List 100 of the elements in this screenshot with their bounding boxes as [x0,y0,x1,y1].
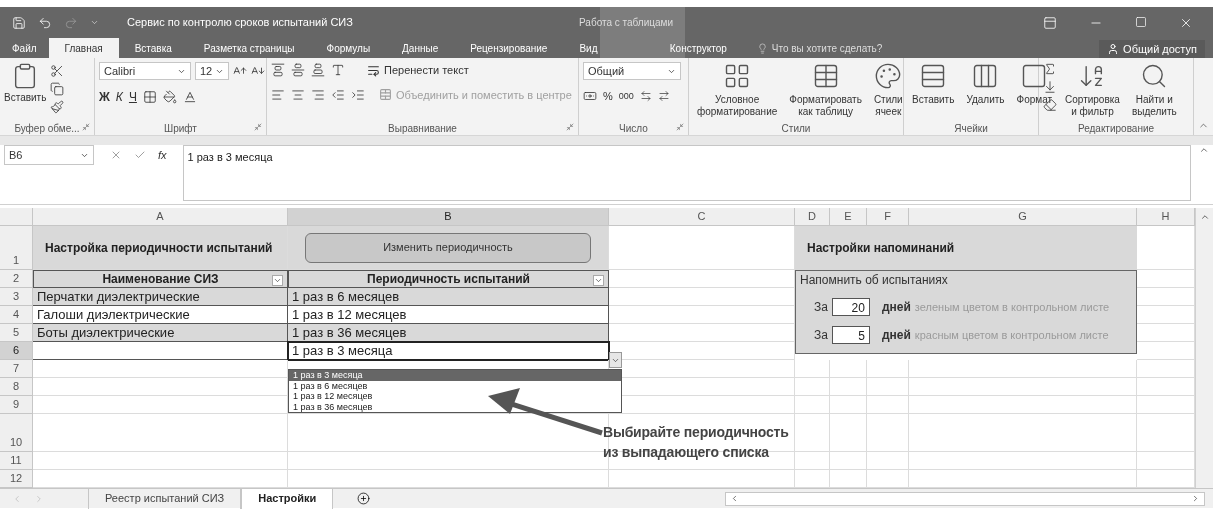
dropdown-option[interactable]: 1 раз в 3 месяца [289,370,621,381]
decrease-indent-icon[interactable] [331,87,345,102]
row-header[interactable]: 1 [0,226,33,270]
maximize-icon[interactable] [1135,15,1147,28]
share-button[interactable]: Общий доступ [1099,40,1205,58]
sheet-tab[interactable]: Настройки [241,488,334,509]
table-cell: 1 раз в 3 месяца [288,342,609,360]
column-header[interactable]: G [909,208,1137,226]
dialog-launcher-icon[interactable] [254,123,262,131]
row-header[interactable]: 8 [0,378,33,396]
scroll-up-icon[interactable] [1199,212,1210,222]
number-format-field[interactable]: Общий [583,62,681,80]
percent-button[interactable]: % [603,88,613,105]
undo-icon[interactable] [38,15,52,30]
fill-color-icon[interactable] [162,90,177,104]
editing-button[interactable]: Найти и выделить [1127,62,1181,118]
column-header[interactable]: B [288,208,609,226]
row-header[interactable]: 5 [0,324,33,342]
styles-button[interactable]: Стили ячеек [869,62,907,118]
row-header[interactable]: 6 [0,342,33,360]
ribbon-tab[interactable]: Данные [386,38,455,58]
row-header[interactable]: 4 [0,306,33,324]
column-header[interactable]: C [609,208,795,226]
font-color-icon[interactable] [182,90,197,104]
align-middle-icon[interactable] [291,63,305,78]
thousands-button[interactable]: 000 [618,89,634,103]
dropdown-option[interactable]: 1 раз в 12 месяцев [289,391,621,402]
ribbon-tab[interactable]: Формулы [310,38,387,58]
dropdown-option[interactable]: 1 раз в 6 месяцев [289,380,621,391]
ribbon-tab[interactable]: Вид [563,38,614,58]
decrease-decimal-icon[interactable] [657,90,670,103]
lightbulb-icon[interactable] [756,42,768,54]
align-bottom-icon[interactable] [311,63,325,78]
cells-button[interactable]: Формат [1012,62,1057,106]
days-field[interactable]: 5 [831,326,870,344]
increase-decimal-icon[interactable] [639,90,652,103]
fill-icon[interactable] [1043,80,1057,94]
ribbon-tab[interactable]: Рецензирование [454,38,564,58]
filter-button-icon[interactable] [273,276,282,285]
dialog-launcher-icon[interactable] [82,123,90,131]
collapse-formula-icon[interactable] [1199,145,1209,155]
filter-button-icon[interactable] [594,276,603,285]
cut-icon[interactable] [50,64,65,78]
underline-button[interactable]: Ч [128,88,137,106]
ribbon-tab[interactable]: Файл [0,38,49,58]
dropdown-option[interactable]: 1 раз в 36 месяцев [289,401,621,412]
increase-indent-icon[interactable] [351,87,365,102]
row-header[interactable]: 11 [0,452,33,470]
ribbon-tab[interactable]: Вставка [118,38,188,58]
cells-button[interactable]: Удалить [962,62,1009,106]
row-header[interactable]: 3 [0,288,33,306]
wrap-text-button[interactable]: Перенести текст [367,62,469,79]
italic-button[interactable]: К [115,88,123,106]
add-sheet-icon[interactable] [357,492,371,505]
tell-me-field[interactable]: Что вы хотите сделать? [771,40,972,56]
column-header[interactable]: D [795,208,830,226]
change-period-button[interactable]: Изменить периодичность [305,232,591,263]
row-header[interactable]: 2 [0,270,33,288]
column-header[interactable]: H [1137,208,1195,226]
row-header[interactable]: 7 [0,360,33,378]
scroll-left-icon[interactable] [730,494,739,503]
dialog-launcher-icon[interactable] [676,123,684,131]
row-header[interactable]: 9 [0,396,33,414]
borders-icon[interactable] [142,90,157,104]
function-button[interactable]: fx [158,146,167,164]
cells-button[interactable]: Вставить [908,62,959,106]
formula-field[interactable]: 1 раз в 3 месяца [182,145,1191,201]
save-icon[interactable] [12,15,26,30]
column-header[interactable]: A [33,208,288,226]
align-top-icon[interactable] [271,63,285,78]
ribbon-tab[interactable]: Конструктор [655,38,741,58]
ribbon-tab[interactable]: Главная [48,38,119,58]
row-header[interactable]: 10 [0,414,33,452]
enter-icon[interactable] [134,149,146,161]
font-size-field[interactable]: 12 [195,62,229,80]
styles-button[interactable]: Условное форматирование [693,62,782,118]
cancel-icon[interactable] [110,149,122,161]
name-box[interactable]: B6 [4,145,94,165]
align-right-icon[interactable] [311,87,325,102]
styles-button[interactable]: Форматировать как таблицу [785,62,866,118]
paste-button[interactable]: Вставить [4,62,47,105]
bold-button[interactable]: Ж [99,88,110,106]
format-painter-icon[interactable] [50,100,65,114]
column-header[interactable]: E [830,208,867,226]
ribbon-tab[interactable]: Разметка страницы [187,38,311,58]
orientation-icon[interactable] [331,63,345,78]
align-center-icon[interactable] [291,87,305,102]
sum-icon[interactable] [1043,62,1057,76]
ribbon-display-icon[interactable] [1043,15,1057,30]
days-field[interactable]: 20 [831,298,870,316]
align-left-icon[interactable] [271,87,285,102]
font-name-field[interactable]: Calibri [99,62,191,80]
row-header[interactable]: 12 [0,470,33,488]
column-header[interactable]: F [867,208,909,226]
dialog-launcher-icon[interactable] [566,123,574,131]
copy-icon[interactable] [50,82,65,96]
table-cell [795,378,830,396]
customize-icon[interactable] [90,18,99,27]
scroll-right-icon[interactable] [1191,494,1200,503]
editing-button[interactable]: Сортировка и фильтр [1061,62,1124,118]
